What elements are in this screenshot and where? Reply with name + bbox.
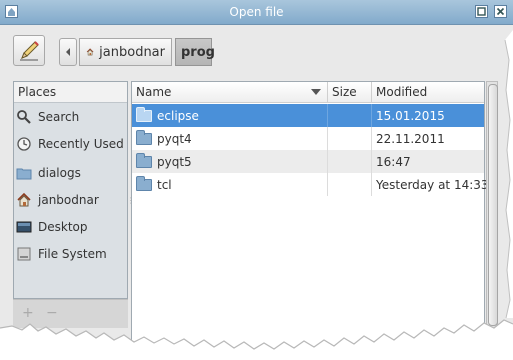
place-item-label: Search	[38, 110, 80, 124]
add-place-button[interactable]: +	[22, 305, 34, 321]
places-toolbar: + −	[13, 299, 128, 328]
file-chooser-window: Open file janbodnar prog Places Search R…	[0, 0, 513, 360]
scrollbar-thumb[interactable]	[488, 84, 498, 326]
sort-descending-icon	[311, 89, 321, 95]
file-name: pyqt4	[157, 131, 192, 146]
home-icon	[16, 192, 32, 208]
folder-icon	[16, 165, 32, 181]
breadcrumb-current[interactable]: prog	[175, 38, 215, 66]
desktop-icon	[16, 219, 32, 235]
close-button[interactable]	[494, 5, 507, 18]
pencil-icon	[20, 41, 39, 61]
file-name: pyqt5	[157, 154, 192, 169]
file-row[interactable]: tcl Yesterday at 14:33	[132, 173, 489, 196]
title-bar[interactable]: Open file	[0, 0, 513, 25]
path-back-button[interactable]	[59, 38, 77, 66]
column-header-modified[interactable]: Modified	[372, 82, 484, 103]
column-header-size[interactable]: Size	[328, 82, 372, 103]
folder-icon	[136, 129, 152, 145]
type-location-button[interactable]	[13, 35, 45, 66]
chevron-left-icon	[66, 48, 70, 56]
file-size	[328, 150, 372, 173]
file-row[interactable]: eclipse 15.01.2015	[132, 104, 484, 127]
place-item-label: Recently Used	[38, 137, 124, 151]
file-name: eclipse	[157, 108, 199, 123]
column-header-name[interactable]: Name	[132, 82, 328, 103]
search-icon	[16, 109, 32, 125]
column-header-size-label: Size	[332, 85, 357, 99]
file-list: Name Size Modified eclipse 15.01.2015 py…	[131, 81, 489, 351]
place-item-desktop[interactable]: Desktop	[16, 216, 88, 238]
folder-icon	[136, 152, 152, 168]
file-row[interactable]: pyqt5 16:47	[132, 150, 484, 173]
file-row[interactable]: pyqt4 22.11.2011	[132, 127, 484, 150]
file-size	[328, 104, 372, 127]
column-header-name-label: Name	[136, 85, 172, 99]
place-item-label: janbodnar	[38, 193, 99, 207]
maximize-button[interactable]	[475, 5, 488, 18]
remove-place-button[interactable]: −	[46, 305, 58, 321]
file-size	[328, 127, 372, 150]
breadcrumb-current-label: prog	[181, 44, 215, 60]
window-title: Open file	[229, 5, 284, 19]
file-modified: Yesterday at 14:33	[376, 177, 489, 192]
places-header: Places	[14, 82, 127, 103]
breadcrumb-home-label: janbodnar	[99, 44, 165, 60]
folder-icon	[136, 175, 152, 191]
places-sidebar: Places Search Recently Used dialogs janb…	[13, 81, 128, 299]
breadcrumb-home[interactable]: janbodnar	[79, 38, 172, 66]
recent-icon	[16, 136, 32, 152]
place-item-label: dialogs	[38, 166, 81, 180]
place-item-recently-used[interactable]: Recently Used	[16, 133, 124, 155]
column-header-modified-label: Modified	[376, 85, 428, 99]
file-size	[328, 173, 372, 196]
drive-icon	[16, 246, 32, 262]
folder-icon	[136, 106, 152, 122]
place-item-label: Desktop	[38, 220, 88, 234]
place-item-dialogs[interactable]: dialogs	[16, 162, 81, 184]
place-item-search[interactable]: Search	[16, 106, 79, 128]
file-modified: 15.01.2015	[376, 108, 445, 123]
place-item-file-system[interactable]: File System	[16, 243, 107, 265]
file-modified: 16:47	[376, 154, 411, 169]
vertical-scrollbar[interactable]	[486, 81, 498, 351]
place-item-home[interactable]: janbodnar	[16, 189, 99, 211]
file-name: tcl	[157, 177, 172, 192]
file-modified: 22.11.2011	[376, 131, 445, 146]
home-icon	[86, 48, 94, 56]
place-item-label: File System	[38, 247, 107, 261]
